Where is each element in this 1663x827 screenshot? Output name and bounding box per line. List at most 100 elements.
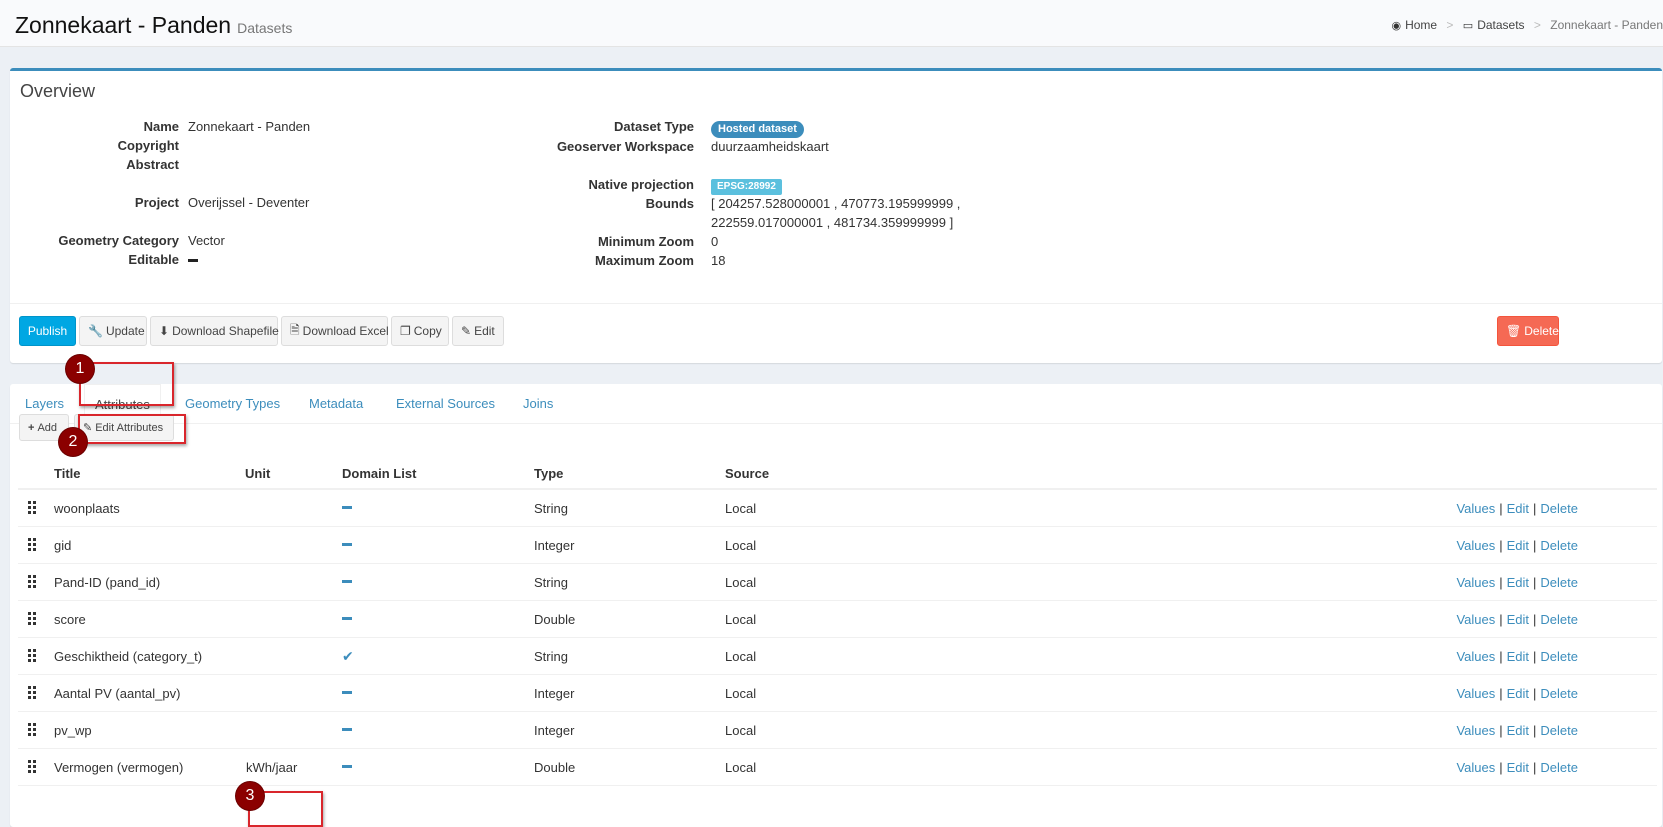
dataset-type-label: Dataset Type: [614, 119, 694, 134]
values-link[interactable]: Values: [1456, 612, 1495, 627]
copy-button[interactable]: ❐ Copy: [391, 316, 449, 346]
column-source: Source: [725, 466, 770, 481]
edit-link[interactable]: Edit: [1507, 686, 1529, 701]
cell-source: Local: [725, 649, 757, 664]
cell-source: Local: [725, 501, 757, 516]
table-row: score Double Local Values | Edit | Delete: [18, 601, 1657, 638]
row-actions: Values | Edit | Delete: [1456, 612, 1578, 627]
delete-link[interactable]: Delete: [1540, 501, 1578, 516]
row-actions: Values | Edit | Delete: [1456, 686, 1578, 701]
overview-footer: Publish 🔧 Update ⬇ Download Shapefile 🗎 Dow…: [10, 303, 1662, 363]
copy-icon: ❐: [400, 324, 411, 338]
minus-icon: [342, 617, 352, 620]
values-link[interactable]: Values: [1456, 760, 1495, 775]
column-unit: Unit: [245, 466, 271, 481]
name-value: Zonnekaart - Panden: [188, 119, 311, 134]
table-row: Geschiktheid (category_t) ✔ String Local Val…: [18, 638, 1657, 675]
update-button[interactable]: 🔧 Update: [79, 316, 147, 346]
values-link[interactable]: Values: [1456, 538, 1495, 553]
bounds-label: Bounds: [645, 196, 694, 211]
cell-source: Local: [725, 760, 757, 775]
edit-link[interactable]: Edit: [1507, 501, 1529, 516]
name-label: Name: [143, 119, 179, 134]
drag-handle-icon[interactable]: [28, 649, 38, 662]
edit-link[interactable]: Edit: [1507, 723, 1529, 738]
cell-type: Integer: [534, 686, 575, 701]
tab-joins[interactable]: Joins: [513, 384, 563, 424]
minus-icon: [342, 765, 352, 768]
action-separator: |: [1499, 575, 1503, 590]
delete-link[interactable]: Delete: [1540, 760, 1578, 775]
values-link[interactable]: Values: [1456, 501, 1495, 516]
check-icon: ✔: [342, 648, 354, 664]
delete-link[interactable]: Delete: [1540, 686, 1578, 701]
values-link[interactable]: Values: [1456, 575, 1495, 590]
workspace-label: Geoserver Workspace: [556, 139, 694, 154]
action-separator: |: [1499, 612, 1503, 627]
annotation-marker-1: 1: [66, 355, 94, 383]
attributes-table: Title Unit Domain List Type Source woonp…: [18, 461, 1657, 786]
tabs-box: Layers Attributes Geometry Types Metadat…: [10, 384, 1662, 827]
action-separator: |: [1533, 760, 1537, 775]
cell-source: Local: [725, 575, 757, 590]
drag-handle-icon[interactable]: [28, 723, 38, 736]
download-excel-button[interactable]: 🗎 Download Excel: [281, 316, 389, 346]
edit-button[interactable]: ✎ Edit: [452, 316, 504, 346]
annotation-marker-2: 2: [59, 428, 87, 456]
action-separator: |: [1499, 686, 1503, 701]
cell-title: gid: [54, 538, 72, 553]
table-row: gid Integer Local Values | Edit | Delete: [18, 527, 1657, 564]
action-separator: |: [1499, 501, 1503, 516]
publish-button[interactable]: Publish: [19, 316, 76, 346]
workspace-link[interactable]: duurzaamheidskaart: [711, 139, 829, 154]
delete-link[interactable]: Delete: [1540, 612, 1578, 627]
cell-title: woonplaats: [54, 501, 120, 516]
delete-link[interactable]: Delete: [1540, 649, 1578, 664]
delete-button[interactable]: 🗑 Delete: [1497, 316, 1559, 346]
values-link[interactable]: Values: [1456, 723, 1495, 738]
page-title: Zonnekaart - Panden Datasets: [15, 12, 293, 38]
edit-link[interactable]: Edit: [1507, 760, 1529, 775]
breadcrumb-datasets[interactable]: Datasets: [1477, 18, 1524, 32]
edit-link[interactable]: Edit: [1507, 649, 1529, 664]
delete-link[interactable]: Delete: [1540, 723, 1578, 738]
edit-link[interactable]: Edit: [1507, 575, 1529, 590]
action-separator: |: [1533, 686, 1537, 701]
edit-link[interactable]: Edit: [1507, 612, 1529, 627]
project-link[interactable]: Overijssel - Deventer: [188, 195, 309, 210]
row-actions: Values | Edit | Delete: [1456, 649, 1578, 664]
table-row: Pand-ID (pand_id) String Local Values | Edit |…: [18, 564, 1657, 601]
delete-link[interactable]: Delete: [1540, 575, 1578, 590]
drag-handle-icon[interactable]: [28, 760, 38, 773]
download-shapefile-button[interactable]: ⬇ Download Shapefile: [150, 316, 279, 346]
cell-type: Double: [534, 760, 576, 775]
cell-title: Aantal PV (aantal_pv): [54, 686, 181, 701]
minus-icon: [342, 691, 352, 694]
geometry-category-label: Geometry Category: [58, 233, 179, 248]
minus-icon: [342, 506, 352, 509]
delete-link[interactable]: Delete: [1540, 538, 1578, 553]
action-separator: |: [1533, 649, 1537, 664]
cell-type: String: [534, 575, 568, 590]
values-link[interactable]: Values: [1456, 649, 1495, 664]
tab-metadata[interactable]: Metadata: [299, 384, 373, 424]
drag-handle-icon[interactable]: [28, 575, 38, 588]
action-separator: |: [1533, 501, 1537, 516]
action-separator: |: [1533, 723, 1537, 738]
geometry-category-value: Vector: [188, 233, 225, 248]
cell-source: Local: [725, 723, 757, 738]
edit-link[interactable]: Edit: [1507, 538, 1529, 553]
breadcrumb-current: Zonnekaart - Panden: [1550, 18, 1663, 32]
drag-handle-icon[interactable]: [28, 612, 38, 625]
tab-external-sources[interactable]: External Sources: [386, 384, 505, 424]
overview-box: Overview Name Zonnekaart - Panden Copyri…: [10, 68, 1662, 363]
breadcrumb-home[interactable]: Home: [1405, 18, 1437, 32]
drag-handle-icon[interactable]: [28, 686, 38, 699]
drag-handle-icon[interactable]: [28, 538, 38, 551]
table-row: Vermogen (vermogen) kWh/jaar Double Local Va…: [18, 749, 1657, 786]
tab-geometry-types[interactable]: Geometry Types: [175, 384, 290, 424]
drag-handle-icon[interactable]: [28, 501, 38, 514]
column-title: Title: [54, 466, 81, 481]
table-row: Aantal PV (aantal_pv) Integer Local Values |…: [18, 675, 1657, 712]
values-link[interactable]: Values: [1456, 686, 1495, 701]
